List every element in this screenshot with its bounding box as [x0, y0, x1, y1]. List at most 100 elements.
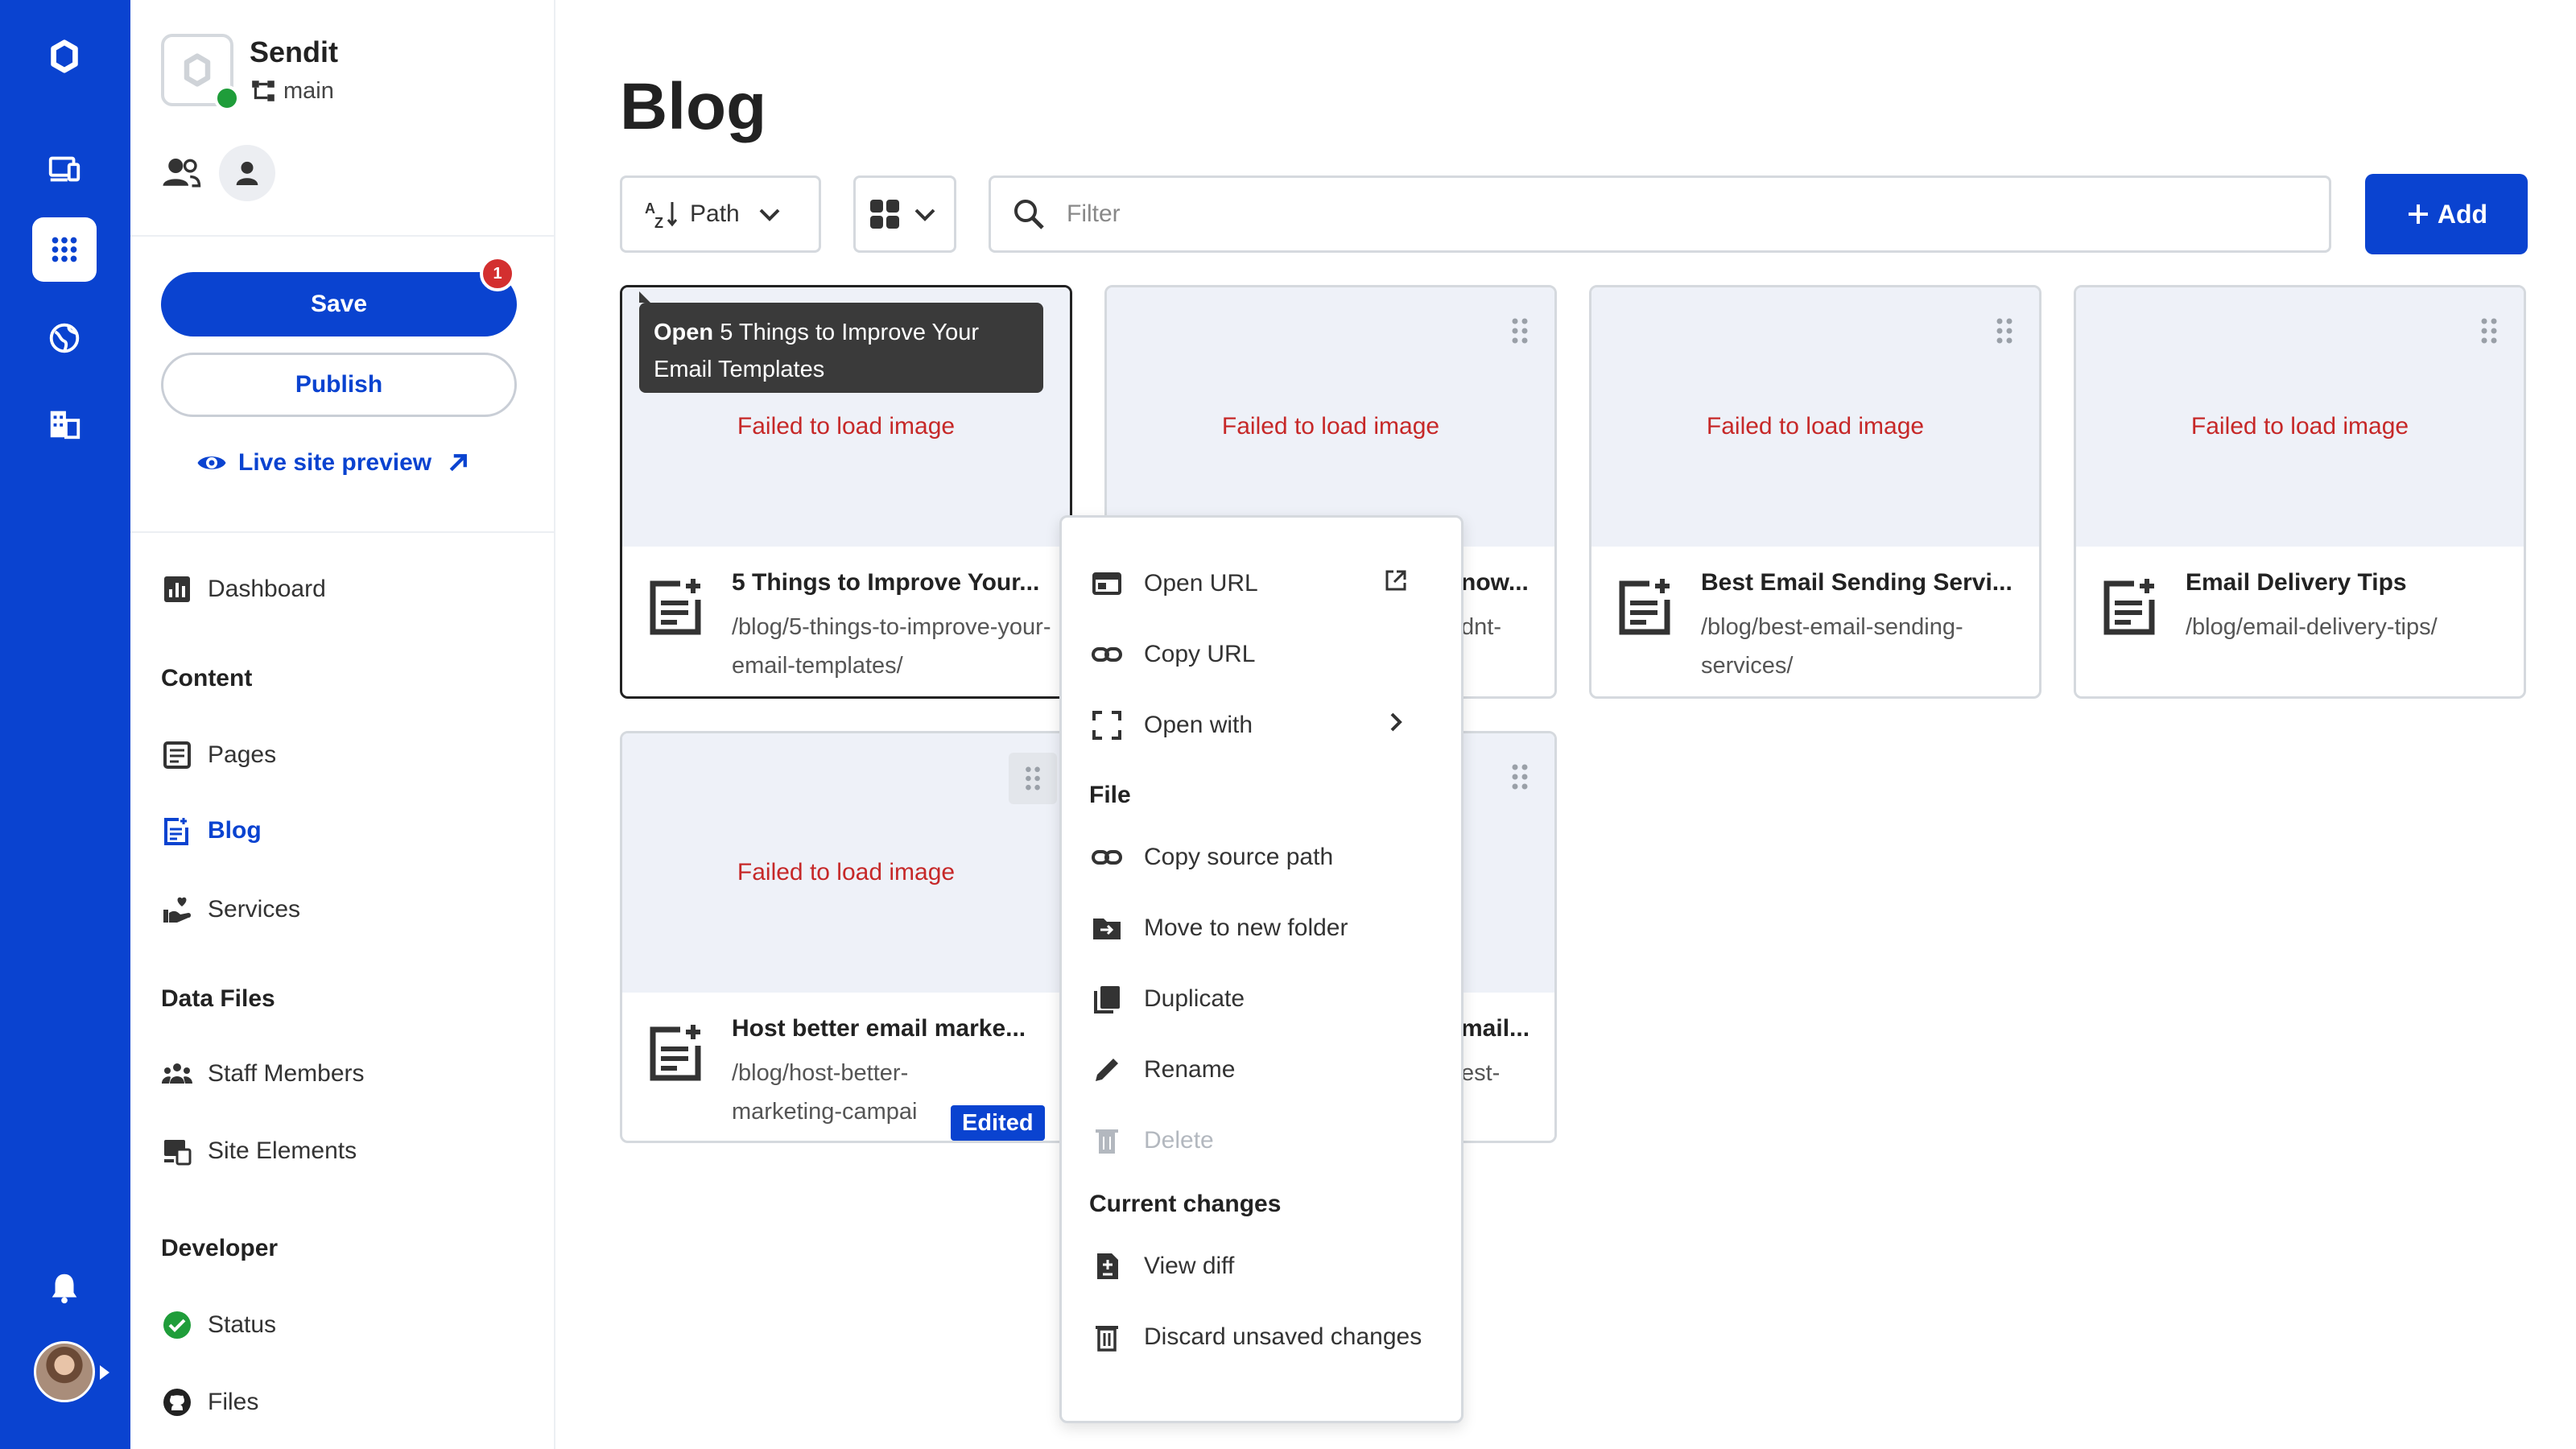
image-error-text: Failed to load image	[737, 413, 956, 440]
expand-icon	[1092, 711, 1121, 740]
menu-item-copy-source-path[interactable]: Copy source path	[1091, 841, 1333, 873]
nav-item-pages[interactable]: Pages	[161, 739, 276, 771]
notifications-bell-icon[interactable]	[32, 1256, 97, 1320]
sort-dropdown[interactable]: AZ Path	[620, 175, 821, 253]
eye-icon	[197, 456, 226, 469]
apps-grid-icon[interactable]	[32, 217, 97, 282]
nav-item-staff-members[interactable]: Staff Members	[161, 1058, 365, 1090]
site-branch[interactable]: main	[250, 77, 334, 105]
filter-input[interactable]	[1067, 200, 2274, 228]
card-title: Host better email marke...	[732, 1015, 1026, 1042]
add-label: Add	[2437, 199, 2488, 229]
menu-item-discard-unsaved-changes[interactable]: Discard unsaved changes	[1091, 1321, 1422, 1353]
menu-item-open-url[interactable]: Open URL	[1091, 568, 1437, 600]
card-open-tooltip: Open 5 Things to Improve Your Email Temp…	[639, 291, 1043, 393]
card-title: 5 Things to Improve Your...	[732, 569, 1040, 596]
filter-field[interactable]	[989, 175, 2331, 253]
sort-az-icon: AZ	[645, 200, 677, 231]
grid-view-icon	[870, 200, 899, 229]
page-title: Blog	[620, 70, 767, 143]
external-link-icon	[1382, 567, 1410, 601]
drag-handle-icon[interactable]	[1508, 761, 1532, 793]
site-name[interactable]: Sendit	[250, 35, 338, 69]
pencil-icon	[1096, 1059, 1118, 1081]
current-user-button[interactable]	[219, 145, 275, 201]
nav-item-services[interactable]: Services	[161, 894, 300, 926]
nav-item-blog[interactable]: Blog	[161, 815, 262, 847]
card-title: Email Delivery Tips	[2186, 569, 2407, 596]
sort-label: Path	[690, 200, 740, 227]
live-site-preview-link[interactable]: Live site preview	[195, 446, 475, 480]
nav-item-site-elements[interactable]: Site Elements	[161, 1135, 357, 1167]
blog-card[interactable]: Failed to load image Email Delivery Tips…	[2074, 285, 2526, 699]
card-path: /blog/best-email-sending-services/	[1701, 614, 1963, 679]
menu-heading-file: File	[1089, 782, 1131, 808]
menu-item-label: Copy source path	[1144, 844, 1334, 870]
search-icon	[1014, 200, 1044, 229]
card-path: /blog/5-things-to-improve-your-email-tem…	[732, 614, 1051, 679]
move-folder-icon	[1093, 919, 1121, 939]
divider	[130, 235, 554, 237]
drag-handle[interactable]	[1009, 753, 1057, 804]
blog-post-icon	[650, 579, 701, 635]
nav-item-status[interactable]: Status	[161, 1309, 276, 1341]
view-mode-dropdown[interactable]	[853, 175, 956, 253]
blog-card[interactable]: Failed to load image Best Email Sending …	[1589, 285, 2041, 699]
app-rail	[0, 0, 130, 1449]
drag-handle-icon[interactable]	[1992, 315, 2017, 347]
nav-item-dashboard[interactable]: Dashboard	[161, 573, 326, 605]
menu-item-view-diff[interactable]: View diff	[1091, 1250, 1234, 1282]
divider	[130, 531, 554, 533]
chevron-right-icon	[1382, 708, 1410, 742]
menu-item-label: Delete	[1144, 1127, 1214, 1154]
publish-button[interactable]: Publish	[161, 353, 517, 417]
github-icon	[163, 1389, 191, 1416]
branch-icon	[252, 80, 275, 101]
save-button[interactable]: Save	[161, 272, 517, 336]
card-path: dnt-	[1461, 614, 1501, 640]
menu-item-rename[interactable]: Rename	[1091, 1054, 1235, 1086]
svg-text:Z: Z	[654, 215, 663, 231]
menu-heading-current-changes: Current changes	[1089, 1191, 1282, 1217]
pages-icon	[163, 741, 191, 769]
blog-post-icon	[650, 1025, 701, 1081]
menu-item-label: Open URL	[1144, 570, 1258, 597]
tooltip-action: Open	[654, 320, 714, 345]
nav-heading-content: Content	[161, 665, 253, 691]
svg-text:A: A	[645, 200, 655, 217]
link-icon	[1092, 647, 1122, 662]
menu-item-copy-url[interactable]: Copy URL	[1091, 638, 1255, 671]
trash-icon	[1096, 1129, 1118, 1154]
drag-handle-icon[interactable]	[1508, 315, 1532, 347]
drag-handle-icon[interactable]	[2477, 315, 2501, 347]
context-menu: Open URL Copy URL Open with File Copy so…	[1059, 515, 1463, 1423]
blog-card[interactable]: Failed to load image Host better email m…	[620, 731, 1072, 1143]
menu-item-label: Duplicate	[1144, 985, 1245, 1012]
site-panel: Sendit main Save 1 Publish Live site pre…	[130, 0, 555, 1449]
card-title: now...	[1461, 569, 1529, 596]
blog-post-icon	[2103, 579, 2155, 635]
avatar-caret-icon[interactable]	[100, 1365, 109, 1380]
plus-icon	[2408, 204, 2428, 224]
devices-icon[interactable]	[32, 137, 97, 201]
organization-icon[interactable]	[32, 391, 97, 456]
menu-item-move-to-new-folder[interactable]: Move to new folder	[1091, 912, 1348, 944]
branch-name: main	[283, 77, 334, 104]
menu-item-open-with[interactable]: Open with	[1091, 709, 1437, 741]
globe-icon[interactable]	[32, 306, 97, 370]
nav-item-label: Blog	[208, 817, 262, 844]
menu-item-label: View diff	[1144, 1253, 1235, 1279]
nav-item-label: Pages	[208, 741, 277, 768]
status-check-icon	[163, 1311, 191, 1339]
image-error-text: Failed to load image	[737, 859, 956, 886]
app-logo-icon[interactable]	[32, 24, 97, 89]
blog-post-icon	[1619, 579, 1670, 635]
nav-item-label: Site Elements	[208, 1137, 357, 1164]
collaborators-icon[interactable]	[159, 151, 203, 195]
trash-outline-icon	[1096, 1326, 1118, 1352]
user-avatar[interactable]	[34, 1341, 95, 1402]
menu-item-duplicate[interactable]: Duplicate	[1091, 983, 1245, 1015]
add-button[interactable]: Add	[2365, 174, 2528, 254]
nav-item-files[interactable]: Files	[161, 1386, 258, 1418]
menu-item-label: Open with	[1144, 712, 1253, 738]
